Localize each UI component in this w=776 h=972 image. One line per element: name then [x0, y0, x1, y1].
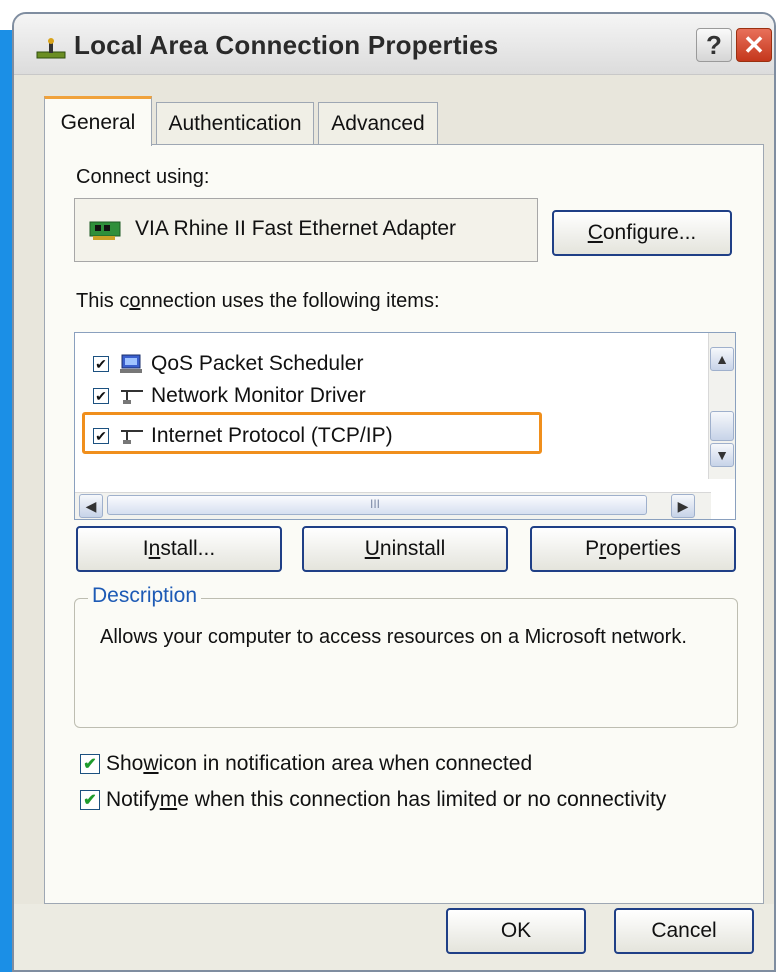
properties-dialog: Local Area Connection Properties ? ✕ Gen…: [12, 12, 776, 972]
tab-advanced[interactable]: Advanced: [318, 102, 438, 144]
vertical-scrollbar[interactable]: ▲ ▼: [708, 333, 735, 479]
tab-general[interactable]: General: [44, 96, 152, 146]
network-connection-icon: [36, 38, 66, 59]
items-label-pre: This c: [76, 290, 130, 312]
properties-label-post: operties: [606, 537, 681, 560]
scroll-right-arrow-icon[interactable]: ▶: [671, 494, 695, 518]
scroll-grip: III: [370, 497, 381, 511]
notify-label-accel: m: [159, 788, 178, 811]
show-icon-option[interactable]: ✔ Sho w icon in notification area when co…: [80, 752, 532, 776]
scroll-left-arrow-icon[interactable]: ◀: [79, 494, 103, 518]
list-item[interactable]: ✔ QoS Packet Scheduler: [93, 349, 363, 379]
scheduler-icon: [120, 354, 142, 373]
scroll-up-arrow-icon[interactable]: ▲: [710, 347, 734, 371]
show-icon-label-pre: Sho: [106, 752, 144, 775]
checkbox-qos[interactable]: ✔: [93, 356, 109, 372]
uninstall-label-post: ninstall: [379, 537, 446, 560]
description-legend: Description: [88, 584, 202, 608]
items-label-post: nnection uses the following items:: [140, 290, 440, 312]
window-title: Local Area Connection Properties: [74, 30, 499, 60]
install-button[interactable]: In stall...: [76, 526, 282, 572]
scroll-down-arrow-icon[interactable]: ▼: [710, 443, 734, 467]
description-group: [74, 598, 738, 728]
show-icon-label-post: icon in notification area when connected: [158, 752, 533, 775]
help-button[interactable]: ?: [696, 28, 732, 62]
ok-button[interactable]: OK: [446, 908, 586, 954]
tab-authentication[interactable]: Authentication: [156, 102, 314, 144]
item-label-qos: QoS Packet Scheduler: [151, 352, 364, 375]
adapter-name: VIA Rhine II Fast Ethernet Adapter: [135, 217, 457, 240]
uninstall-label-accel: U: [364, 537, 380, 560]
notify-checkbox[interactable]: ✔: [80, 790, 100, 810]
cancel-button[interactable]: Cancel: [614, 908, 754, 954]
show-icon-label-accel: w: [143, 752, 159, 775]
scroll-thumb[interactable]: [710, 411, 734, 441]
properties-button[interactable]: Pr operties: [530, 526, 736, 572]
properties-label-accel: r: [599, 537, 607, 560]
show-icon-checkbox[interactable]: ✔: [80, 754, 100, 774]
horizontal-scrollbar[interactable]: ◀ III ▶: [75, 492, 711, 519]
items-label-accel: o: [129, 290, 141, 312]
tcp-ip-highlight-box: [82, 412, 542, 454]
horizontal-scroll-thumb[interactable]: III: [107, 495, 647, 515]
network-protocol-icon: [121, 390, 143, 404]
title-bar[interactable]: Local Area Connection Properties ? ✕: [14, 14, 774, 75]
close-button[interactable]: ✕: [736, 28, 772, 62]
network-adapter-icon: [89, 221, 121, 240]
configure-label-accel: C: [587, 221, 603, 244]
connect-using-label: Connect using:: [76, 166, 210, 188]
install-label-accel: n: [148, 537, 161, 560]
checkbox-network-monitor[interactable]: ✔: [93, 388, 109, 404]
install-label-post: stall...: [160, 537, 216, 560]
notify-label-pre: Notify: [106, 788, 160, 811]
list-item[interactable]: ✔ Network Monitor Driver: [93, 381, 366, 411]
notify-label-post: e when this connection has limited or no…: [177, 788, 667, 811]
properties-label-pre: P: [585, 537, 600, 560]
item-label-network-monitor: Network Monitor Driver: [151, 384, 366, 407]
configure-label-rest: onfigure...: [602, 221, 697, 244]
items-label: This connection uses the following items…: [76, 290, 440, 313]
configure-button[interactable]: Configure...: [552, 210, 732, 256]
notify-option[interactable]: ✔ Notify me when this connection has lim…: [80, 788, 666, 812]
uninstall-button[interactable]: Uninstall: [302, 526, 508, 572]
adapter-field: VIA Rhine II Fast Ethernet Adapter: [74, 198, 538, 262]
description-text: Allows your computer to access resources…: [100, 626, 687, 648]
